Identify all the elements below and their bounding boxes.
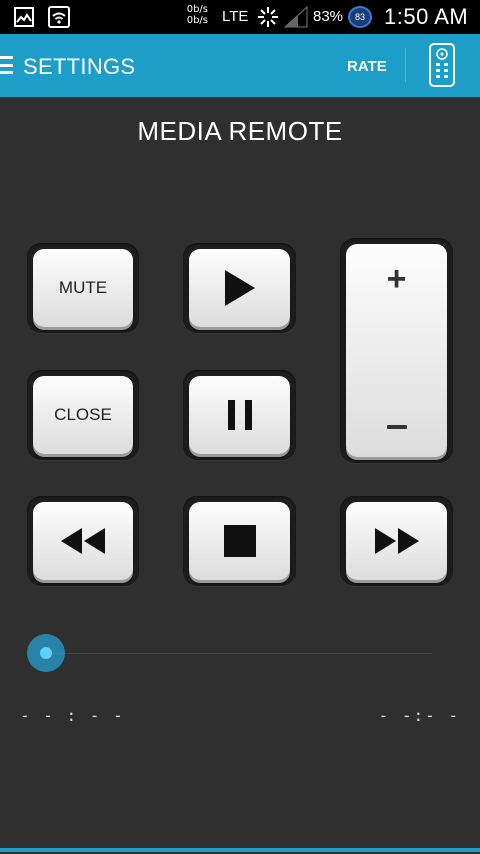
network-speed-up: 0b/s	[186, 4, 208, 15]
close-button-well: CLOSE	[27, 370, 139, 460]
play-button[interactable]	[189, 249, 290, 327]
stop-icon	[223, 525, 256, 557]
total-time: - -:- -	[378, 706, 460, 725]
close-button[interactable]: CLOSE	[33, 376, 133, 454]
pause-button-well	[183, 370, 296, 460]
page-title: MEDIA REMOTE	[137, 116, 343, 146]
menu-icon[interactable]	[0, 56, 14, 74]
mute-label: MUTE	[58, 278, 108, 297]
stop-button[interactable]	[189, 502, 290, 580]
fast-forward-icon	[374, 528, 419, 554]
app-bar: SETTINGS RATE	[0, 34, 480, 97]
volume-down-button[interactable]	[386, 425, 407, 429]
clock: 1:50 AM	[384, 4, 469, 29]
status-bar: 0b/s 0b/s LTE 83% 83 1:50 AM	[0, 0, 480, 34]
rewind-button[interactable]	[33, 502, 133, 580]
wifi-notification-icon	[48, 6, 70, 28]
elapsed-time: - - : - -	[20, 706, 125, 725]
rewind-icon	[61, 528, 105, 554]
app-screen: 0b/s 0b/s LTE 83% 83 1:50 AM SETTINGS RA…	[0, 0, 480, 854]
fast-forward-button-well	[340, 496, 453, 586]
settings-button[interactable]: SETTINGS	[23, 54, 135, 80]
volume-button-well: +	[340, 238, 453, 463]
rewind-button-well	[27, 496, 139, 586]
bottom-accent-line	[0, 848, 480, 852]
network-type: LTE	[222, 8, 249, 25]
gallery-notification-icon	[14, 7, 34, 27]
seek-bar-thumb-center	[40, 647, 52, 659]
remote-control-icon[interactable]	[427, 42, 457, 88]
sync-icon	[258, 7, 278, 27]
network-speed: 0b/s 0b/s	[178, 4, 208, 26]
seek-bar-track[interactable]	[46, 653, 432, 654]
fast-forward-button[interactable]	[346, 502, 447, 580]
status-bar-left	[14, 6, 70, 28]
battery-badge-icon: 83	[348, 6, 372, 28]
signal-strength-icon	[284, 6, 308, 28]
play-button-well	[183, 243, 296, 333]
mute-button-well: MUTE	[27, 243, 139, 333]
rate-button[interactable]: RATE	[340, 56, 394, 77]
mute-button[interactable]: MUTE	[33, 249, 133, 327]
pause-button[interactable]	[189, 376, 290, 454]
stop-button-well	[183, 496, 296, 586]
app-bar-divider	[405, 48, 406, 82]
volume-rocker: +	[346, 244, 447, 457]
seek-bar-thumb[interactable]	[27, 634, 65, 672]
play-icon	[224, 270, 255, 306]
pause-icon	[227, 400, 252, 430]
volume-up-button[interactable]: +	[387, 262, 407, 296]
network-speed-down: 0b/s	[186, 15, 208, 26]
close-label: CLOSE	[54, 405, 112, 424]
battery-percentage: 83%	[313, 8, 344, 25]
